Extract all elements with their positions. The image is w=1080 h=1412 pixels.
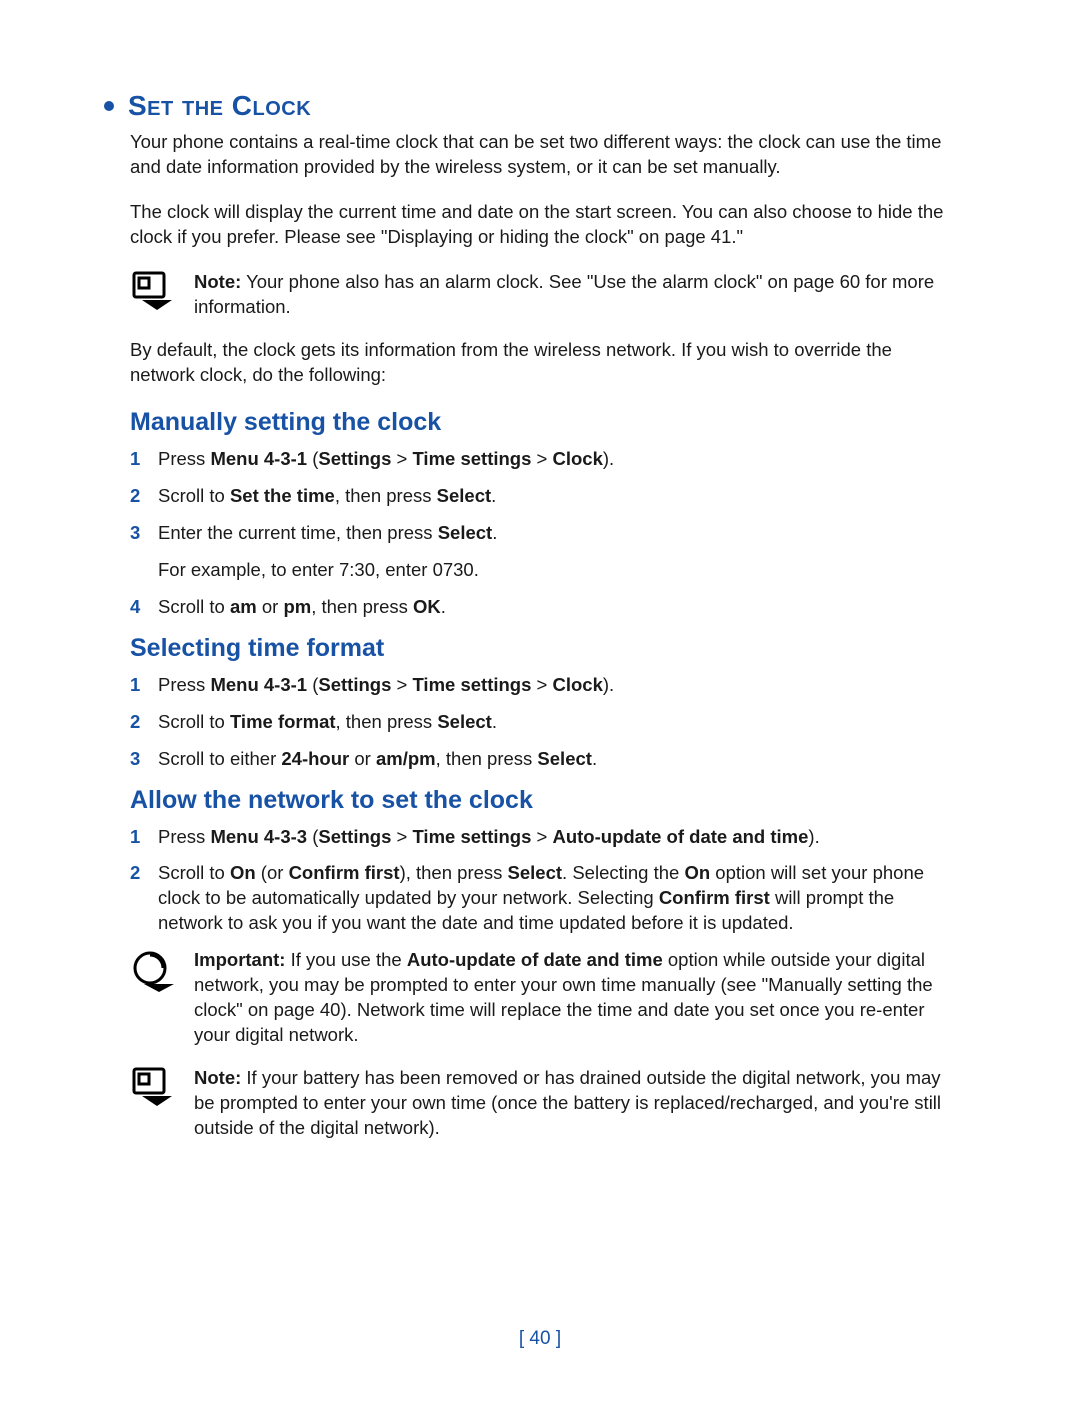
intro-paragraph-2: The clock will display the current time … — [130, 200, 960, 250]
note-body: Note: If your battery has been removed o… — [194, 1066, 960, 1141]
important-icon — [130, 948, 176, 994]
step: Scroll to Set the time, then press Selec… — [130, 484, 960, 509]
step: Press Menu 4-3-3 (Settings > Time settin… — [130, 825, 960, 850]
section-heading: Set the Clock — [130, 90, 960, 122]
note-label: Note: — [194, 1067, 241, 1088]
step: Scroll to Time format, then press Select… — [130, 710, 960, 735]
steps-network: Press Menu 4-3-3 (Settings > Time settin… — [130, 825, 960, 937]
subheading-manual: Manually setting the clock — [130, 408, 960, 437]
steps-manual: Press Menu 4-3-1 (Settings > Time settin… — [130, 447, 960, 620]
important-callout: Important: If you use the Auto-update of… — [130, 948, 960, 1048]
note-label: Note: — [194, 271, 241, 292]
steps-format: Press Menu 4-3-1 (Settings > Time settin… — [130, 673, 960, 772]
step: Press Menu 4-3-1 (Settings > Time settin… — [130, 673, 960, 698]
note-icon — [130, 270, 176, 316]
bullet-icon — [104, 101, 114, 111]
note-body: Note: Your phone also has an alarm clock… — [194, 270, 960, 320]
intro-paragraph-1: Your phone contains a real-time clock th… — [130, 130, 960, 180]
document-page: Set the Clock Your phone contains a real… — [0, 0, 1080, 1412]
note-callout-2: Note: If your battery has been removed o… — [130, 1066, 960, 1141]
note-text: If your battery has been removed or has … — [194, 1067, 941, 1138]
h1-text: Set the Clock — [128, 90, 311, 122]
step: Enter the current time, then press Selec… — [130, 521, 960, 583]
page-number: [ 40 ] — [0, 1328, 1080, 1350]
intro-paragraph-3: By default, the clock gets its informati… — [130, 338, 960, 388]
step: Scroll to either 24-hour or am/pm, then … — [130, 747, 960, 772]
note-icon — [130, 1066, 176, 1112]
step: Scroll to On (or Confirm first), then pr… — [130, 861, 960, 936]
note-callout-1: Note: Your phone also has an alarm clock… — [130, 270, 960, 320]
important-label: Important: — [194, 949, 285, 970]
subheading-format: Selecting time format — [130, 634, 960, 663]
step: Scroll to am or pm, then press OK. — [130, 595, 960, 620]
note-text: Your phone also has an alarm clock. See … — [194, 271, 934, 317]
step: Press Menu 4-3-1 (Settings > Time settin… — [130, 447, 960, 472]
subheading-network: Allow the network to set the clock — [130, 786, 960, 815]
important-text: If you use the Auto-update of date and t… — [194, 949, 933, 1045]
important-body: Important: If you use the Auto-update of… — [194, 948, 960, 1048]
